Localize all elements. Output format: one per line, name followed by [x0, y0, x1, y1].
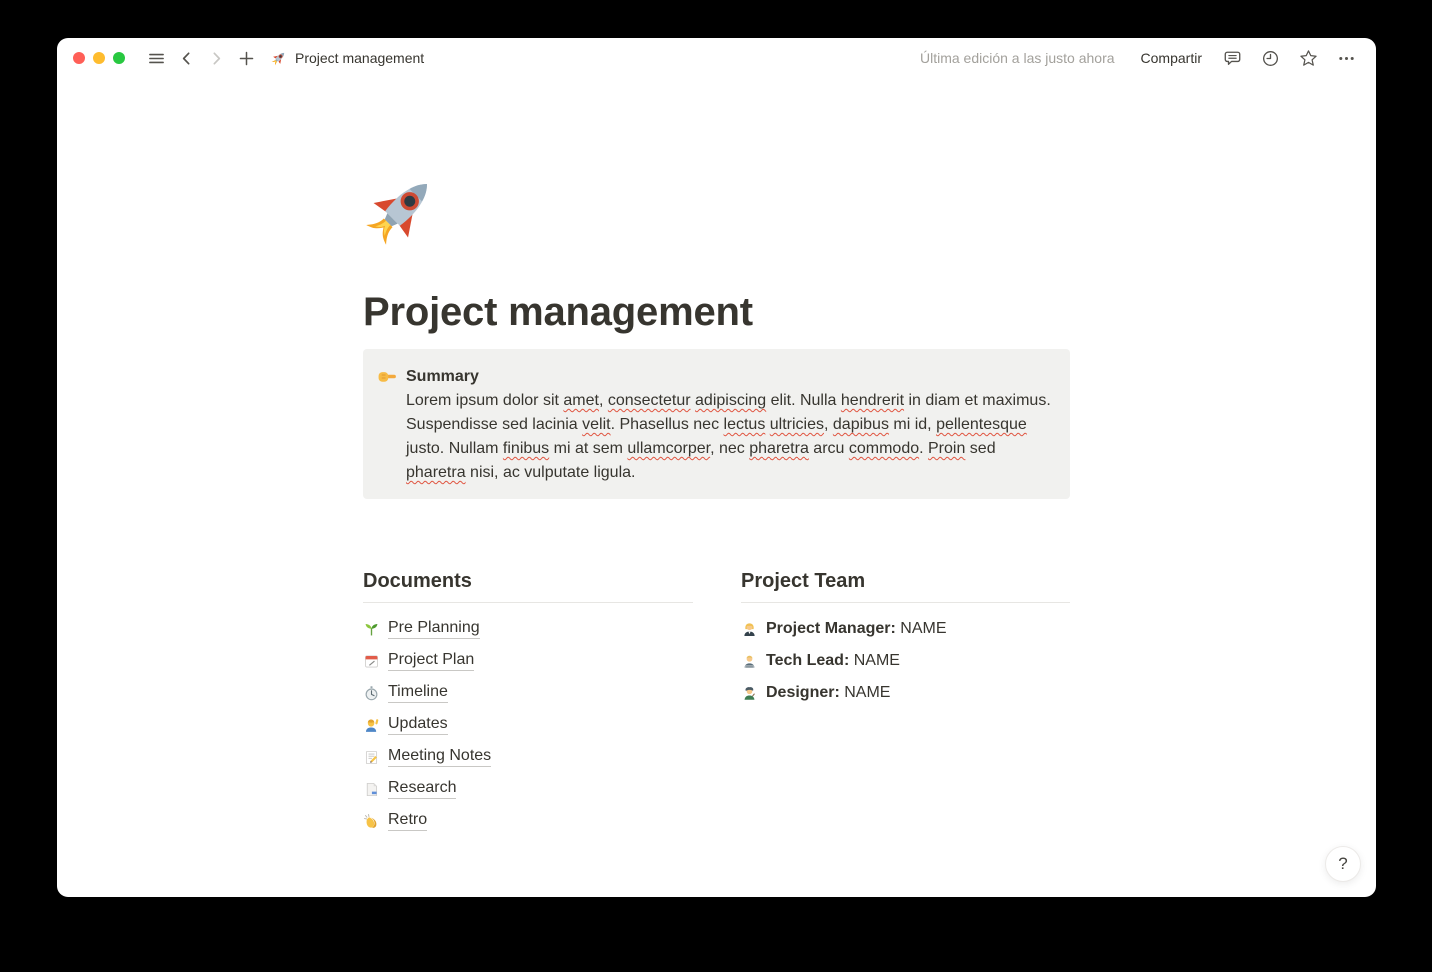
man-artist-icon: [741, 685, 758, 702]
documents-list: Pre Planning Project Plan Timeline Updates M…: [363, 613, 693, 837]
stopwatch-icon: [363, 685, 380, 702]
back-icon[interactable]: [173, 45, 199, 71]
document-link-item[interactable]: Pre Planning: [363, 613, 693, 645]
document-link-item[interactable]: Retro: [363, 805, 693, 837]
comments-icon[interactable]: [1218, 44, 1246, 72]
team-member-item: Tech Lead: NAME: [741, 645, 1070, 677]
team-member-item: Designer: NAME: [741, 677, 1070, 709]
team-member-text: Project Manager: NAME: [766, 620, 946, 638]
page-content-area[interactable]: Project management Summary Lorem ipsum d…: [57, 78, 1376, 897]
document-link-item[interactable]: Timeline: [363, 677, 693, 709]
document-link[interactable]: Project Plan: [388, 651, 474, 671]
team-member-role: Project Manager:: [766, 620, 896, 637]
document-link[interactable]: Retro: [388, 811, 427, 831]
seedling-icon: [363, 621, 380, 638]
current-page-title: Project management: [295, 50, 424, 66]
document-link[interactable]: Updates: [388, 715, 448, 735]
team-member-text: Tech Lead: NAME: [766, 652, 900, 670]
window-controls: [73, 52, 125, 64]
zoom-window-button[interactable]: [113, 52, 125, 64]
document-link[interactable]: Pre Planning: [388, 619, 480, 639]
titlebar: Project management Última edición a las …: [57, 38, 1376, 78]
team-member-text: Designer: NAME: [766, 684, 890, 702]
more-options-icon[interactable]: [1332, 44, 1360, 72]
current-page-tab: Project management: [271, 50, 424, 67]
page-title[interactable]: Project management: [363, 288, 1070, 336]
new-tab-icon[interactable]: [233, 45, 259, 71]
document-link[interactable]: Timeline: [388, 683, 448, 703]
team-member-item: Project Manager: NAME: [741, 613, 1070, 645]
clapping-hands-icon: [363, 813, 380, 830]
close-window-button[interactable]: [73, 52, 85, 64]
page-icon-rocket[interactable]: [363, 170, 441, 248]
notion-window: Project management Última edición a las …: [57, 38, 1376, 897]
document-link[interactable]: Research: [388, 779, 456, 799]
desktop: { "titlebar": { "title": "Project manage…: [0, 0, 1432, 972]
share-button[interactable]: Compartir: [1135, 46, 1208, 70]
raising-hand-icon: [363, 717, 380, 734]
summary-title: Summary: [406, 365, 1054, 389]
history-icon[interactable]: [1256, 44, 1284, 72]
project-team-heading: Project Team: [741, 569, 1070, 603]
document-link-item[interactable]: Meeting Notes: [363, 741, 693, 773]
project-team-column: Project Team Project Manager: NAME Tech L…: [741, 569, 1070, 837]
help-button[interactable]: ?: [1325, 846, 1361, 882]
forward-icon[interactable]: [203, 45, 229, 71]
pointing-right-icon: [377, 366, 398, 387]
team-member-role: Designer:: [766, 684, 840, 701]
document-link-item[interactable]: Research: [363, 773, 693, 805]
team-member-role: Tech Lead:: [766, 652, 849, 669]
summary-body: Lorem ipsum dolor sit amet, consectetur …: [406, 389, 1054, 485]
sidebar-menu-icon[interactable]: [143, 45, 169, 71]
summary-callout[interactable]: Summary Lorem ipsum dolor sit amet, cons…: [363, 349, 1070, 499]
favorite-star-icon[interactable]: [1294, 44, 1322, 72]
documents-heading: Documents: [363, 569, 693, 603]
document-link-item[interactable]: Updates: [363, 709, 693, 741]
bookmark-tabs-icon: [363, 781, 380, 798]
man-technologist-icon: [741, 653, 758, 670]
calendar-icon: [363, 653, 380, 670]
project-team-list: Project Manager: NAME Tech Lead: NAME Desi…: [741, 613, 1070, 709]
minimize-window-button[interactable]: [93, 52, 105, 64]
document-link[interactable]: Meeting Notes: [388, 747, 491, 767]
rocket-icon: [271, 50, 288, 67]
document-link-item[interactable]: Project Plan: [363, 645, 693, 677]
last-edited-status: Última edición a las justo ahora: [920, 50, 1115, 66]
memo-icon: [363, 749, 380, 766]
woman-office-worker-icon: [741, 621, 758, 638]
documents-column: Documents Pre Planning Project Plan Timeli…: [363, 569, 693, 837]
